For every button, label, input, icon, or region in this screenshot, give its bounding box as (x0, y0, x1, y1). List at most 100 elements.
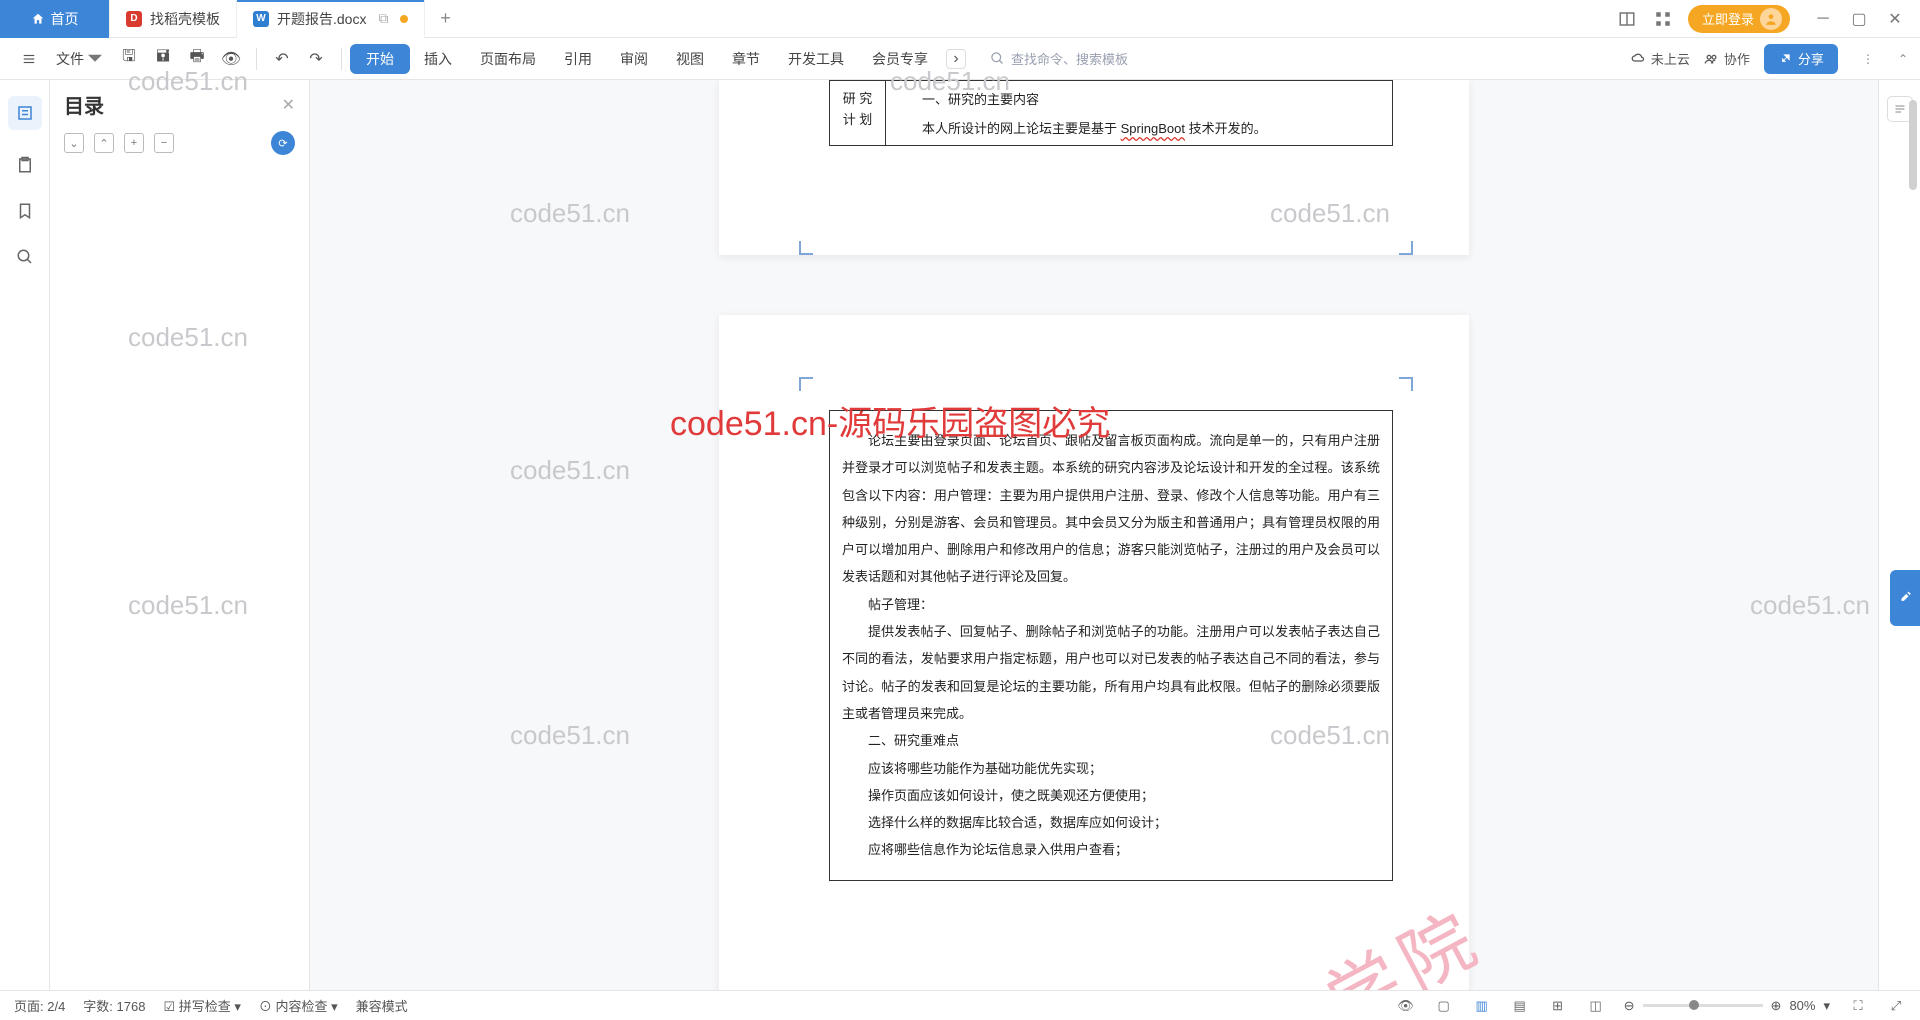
body1: 论坛主要由登录页面、论坛首页、跟帖及留言板页面构成。流向是单一的，只有用户注册并… (842, 427, 1380, 591)
tab-home-label: 首页 (51, 9, 79, 29)
body3b: 操作页面应该如何设计，使之既美观还方便使用； (842, 782, 1380, 809)
window-icon[interactable]: ⧉ (378, 10, 388, 27)
minimize-icon[interactable]: ─ (1812, 8, 1834, 30)
search-icon[interactable] (14, 246, 36, 268)
document-area[interactable]: 研 究 计 划 一、研究的主要内容 本人所设计的网上论坛主要是基于 Spring… (310, 80, 1878, 990)
compat-mode[interactable]: 兼容模式 (356, 996, 408, 1015)
collapse-tool[interactable]: ⌄ (64, 133, 84, 153)
menu-view[interactable]: 视图 (662, 38, 718, 80)
margin-corner (799, 241, 813, 255)
more-menu-icon[interactable]: › (946, 49, 966, 69)
zoom-slider[interactable] (1643, 1004, 1763, 1007)
tab-2-label: 找稻壳模板 (150, 9, 220, 29)
body3a: 应该将哪些功能作为基础功能优先实现； (842, 755, 1380, 782)
outline-title: 目录 (64, 90, 104, 119)
margin-corner (1399, 377, 1413, 391)
body3d: 应将哪些信息作为论坛信息录入供用户查看； (842, 836, 1380, 863)
layout-icon[interactable] (1616, 8, 1638, 30)
menu-dev[interactable]: 开发工具 (774, 38, 858, 80)
more-icon[interactable]: ⋮ (1862, 52, 1874, 66)
maximize-icon[interactable]: ▢ (1848, 8, 1870, 30)
redo-icon[interactable]: ↷ (303, 46, 329, 72)
body3h: 二、研究重难点 (842, 727, 1380, 754)
margin-corner (1399, 241, 1413, 255)
tab-templates[interactable]: D 找稻壳模板 (110, 0, 237, 38)
zoom-value[interactable]: 80% (1789, 998, 1815, 1013)
content-check[interactable]: ⊙ 内容检查 ▾ (259, 996, 338, 1015)
tabs-row: 首页 D 找稻壳模板 W 开题报告.docx ⧉ + 立即登录 ─ ▢ ✕ (0, 0, 1920, 38)
p1-line2: 本人所设计的网上论坛主要是基于 SpringBoot 技术开发的。 (896, 118, 1382, 137)
vertical-scrollbar[interactable] (1906, 80, 1920, 940)
watermark-pink: 商学院 (1233, 878, 1500, 990)
save-icon[interactable]: 🖫 (116, 46, 142, 72)
add-tool[interactable]: + (124, 133, 144, 153)
left-sidebar (0, 80, 50, 990)
avatar-icon (1760, 8, 1782, 30)
view3-icon[interactable]: ▤ (1510, 996, 1530, 1016)
menu-layout[interactable]: 页面布局 (466, 38, 550, 80)
feedback-tab[interactable] (1890, 570, 1920, 626)
margin-corner (799, 377, 813, 391)
tab-home[interactable]: 首页 (0, 0, 110, 38)
clipboard-icon[interactable] (14, 154, 36, 176)
search-placeholder: 查找命令、搜索模板 (1011, 49, 1128, 68)
tab-document[interactable]: W 开题报告.docx ⧉ (237, 0, 425, 38)
side-label: 研 究 计 划 (830, 81, 886, 146)
word-icon: W (253, 11, 269, 27)
save2-icon[interactable]: 🖬 (150, 46, 176, 72)
menu-refs[interactable]: 引用 (550, 38, 606, 80)
page-indicator[interactable]: 页面: 2/4 (14, 996, 65, 1015)
view4-icon[interactable]: ⊞ (1548, 996, 1568, 1016)
share-button[interactable]: 分享 (1764, 44, 1838, 74)
expand-tool[interactable]: ⌃ (94, 133, 114, 153)
outline-panel: 目录 ✕ ⌄ ⌃ + − ⟳ (50, 80, 310, 990)
cloud-button[interactable]: 未上云 (1631, 49, 1690, 68)
menu-icon[interactable] (16, 46, 42, 72)
menu-review[interactable]: 审阅 (606, 38, 662, 80)
word-count[interactable]: 字数: 1768 (83, 996, 145, 1015)
read-mode-icon[interactable]: 👁 (1396, 996, 1416, 1016)
file-menu[interactable]: 文件 (46, 49, 112, 69)
menu-insert[interactable]: 插入 (410, 38, 466, 80)
sync-icon[interactable]: ⟳ (271, 131, 295, 155)
unsaved-dot (400, 15, 408, 23)
status-bar: 页面: 2/4 字数: 1768 ☑ 拼写检查 ▾ ⊙ 内容检查 ▾ 兼容模式 … (0, 990, 1920, 1020)
outline-icon[interactable] (8, 96, 42, 130)
apps-icon[interactable] (1652, 8, 1674, 30)
undo-icon[interactable]: ↶ (269, 46, 295, 72)
view1-icon[interactable]: ▢ (1434, 996, 1454, 1016)
bookmark-icon[interactable] (14, 200, 36, 222)
fullscreen-icon[interactable]: ⤢ (1886, 996, 1906, 1016)
remove-tool[interactable]: − (154, 133, 174, 153)
menu-start[interactable]: 开始 (350, 44, 410, 74)
outline-close-icon[interactable]: ✕ (282, 95, 295, 115)
body3c: 选择什么样的数据库比较合适，数据库应如何设计； (842, 809, 1380, 836)
page-1: 研 究 计 划 一、研究的主要内容 本人所设计的网上论坛主要是基于 Spring… (719, 80, 1469, 255)
body-cell: 论坛主要由登录页面、论坛首页、跟帖及留言板页面构成。流向是单一的，只有用户注册并… (830, 411, 1393, 881)
close-icon[interactable]: ✕ (1884, 8, 1906, 30)
spell-check[interactable]: ☑ 拼写检查 ▾ (163, 996, 240, 1015)
table-plan: 研 究 计 划 一、研究的主要内容 本人所设计的网上论坛主要是基于 Spring… (829, 80, 1393, 146)
fit-icon[interactable]: ⛶ (1848, 996, 1868, 1016)
preview-icon[interactable]: 👁 (218, 46, 244, 72)
collab-button[interactable]: 协作 (1704, 49, 1750, 68)
tab-add[interactable]: + (425, 0, 465, 38)
menu-vip[interactable]: 会员专享 (858, 38, 942, 80)
print-icon[interactable]: 🖶 (184, 46, 210, 72)
view5-icon[interactable]: ◫ (1586, 996, 1606, 1016)
table-body: 论坛主要由登录页面、论坛首页、跟帖及留言板页面构成。流向是单一的，只有用户注册并… (829, 410, 1393, 881)
tab-3-label: 开题报告.docx (277, 9, 366, 29)
zoom-control[interactable]: ⊖ ⊕ 80% ▾ (1624, 998, 1830, 1014)
zoom-out-icon[interactable]: ⊖ (1624, 998, 1635, 1014)
scroll-thumb[interactable] (1909, 100, 1917, 190)
login-label: 立即登录 (1702, 9, 1754, 28)
view2-icon[interactable]: ▥ (1472, 996, 1492, 1016)
menu-chapter[interactable]: 章节 (718, 38, 774, 80)
login-button[interactable]: 立即登录 (1688, 5, 1790, 33)
collapse-icon[interactable]: ⌃ (1898, 52, 1908, 66)
zoom-in-icon[interactable]: ⊕ (1771, 998, 1782, 1014)
page-2: 商学院 论坛主要由登录页面、论坛首页、跟帖及留言板页面构成。流向是单一的，只有用… (719, 315, 1469, 990)
ribbon-search[interactable]: 查找命令、搜索模板 (990, 49, 1128, 68)
docer-icon: D (126, 11, 142, 27)
p1-line1: 一、研究的主要内容 (896, 89, 1382, 108)
